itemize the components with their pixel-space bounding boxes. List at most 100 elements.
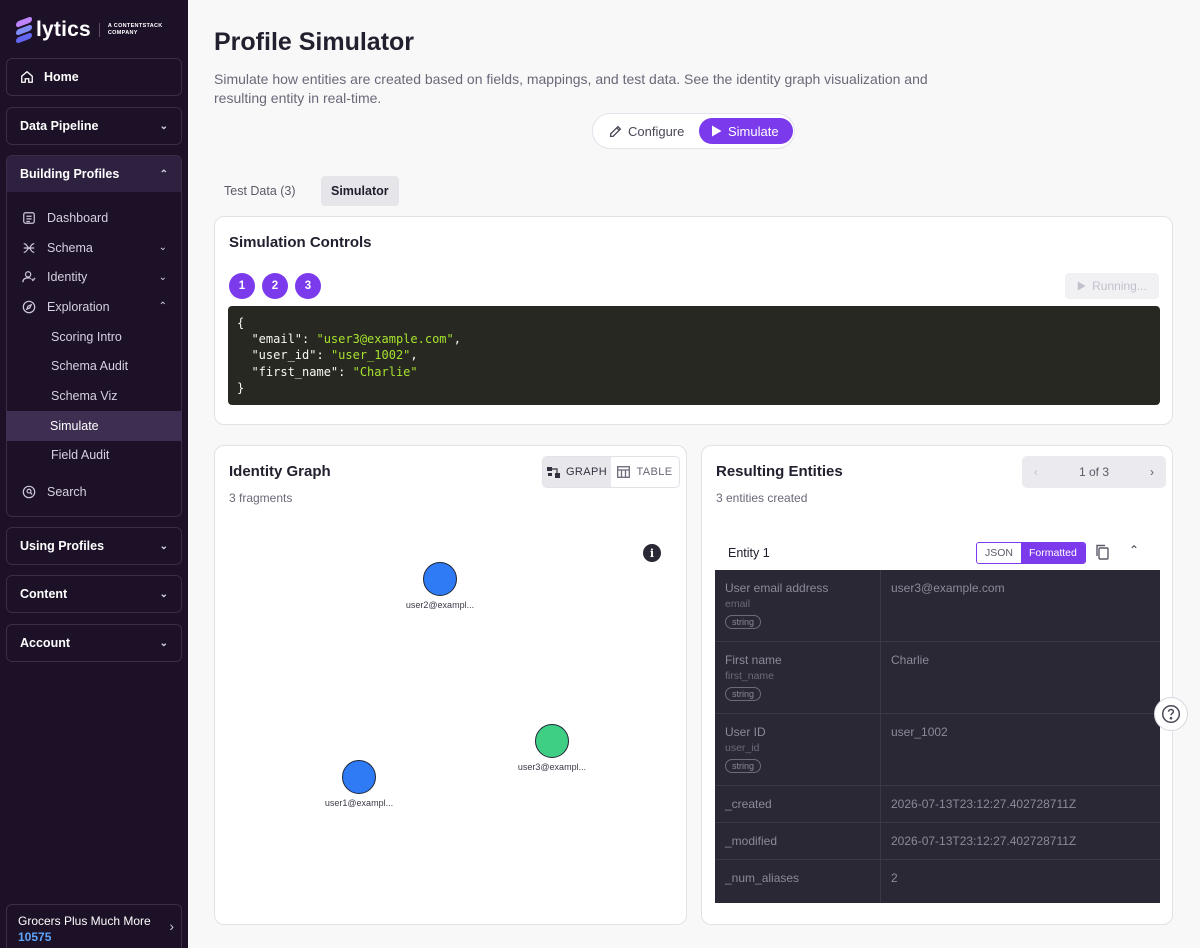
graph-node-label: user3@exampl... [517,762,587,772]
code-comma: , [410,348,418,363]
nav-using-profiles[interactable]: Using Profiles ⌄ [6,527,182,565]
chevron-down-icon: ⌄ [159,588,168,600]
graph-view-toggle: GRAPH TABLE [542,456,680,488]
graph-node-label: user2@exampl... [405,600,475,610]
entity-pager: ‹ 1 of 3 › [1022,456,1166,488]
table-row: _num_aliases 2 [715,860,1160,903]
field-id: email [725,598,751,610]
field-label: User email address [725,581,829,595]
lytics-logo[interactable]: lytics A CONTENTSTACK COMPANY [16,16,169,44]
graph-view-button[interactable]: GRAPH [543,457,611,487]
graph-node[interactable] [423,562,457,596]
sidebar-item-search-label: Search [47,485,87,500]
schema-icon [21,240,37,256]
graph-view-label: GRAPH [565,466,608,478]
table-view-button[interactable]: TABLE [611,457,679,487]
chevron-left-icon[interactable]: ‹ [1034,465,1038,479]
graph-node[interactable] [342,760,376,794]
nav-data-pipeline[interactable]: Data Pipeline ⌄ [6,107,182,145]
logo-text: lytics [36,18,91,41]
sidebar-item-schema-viz[interactable]: Schema Viz [7,381,181,411]
help-button[interactable] [1154,697,1188,731]
sidebar-item-field-audit[interactable]: Field Audit [7,441,181,471]
nav-building-profiles-header[interactable]: Building Profiles ⌃ [7,156,181,192]
sidebar-item-scoring-intro[interactable]: Scoring Intro [7,322,181,352]
pager-label: 1 of 3 [1078,465,1110,479]
nav-home-label: Home [44,70,79,84]
sidebar-item-exploration[interactable]: Exploration ⌃ [7,292,181,322]
running-button[interactable]: Running... [1065,273,1159,299]
tab-test-data[interactable]: Test Data (3) [214,176,306,206]
mode-toggle: Configure Simulate [592,113,795,149]
sidebar-item-schema-label: Schema [47,240,93,255]
code-value: "user3@example.com" [316,332,454,347]
sidebar-item-search[interactable]: Search [7,477,181,507]
account-id: 10575 [18,930,52,944]
sidebar: lytics A CONTENTSTACK COMPANY Home Data … [0,0,188,948]
copy-icon[interactable] [1095,544,1109,560]
code-key: "email" [251,332,303,347]
code-value: "user_1002" [330,348,411,363]
simulate-button[interactable]: Simulate [699,118,793,144]
code-value: "Charlie" [352,364,418,379]
play-icon [712,125,722,137]
chevron-down-icon: ⌄ [158,271,167,283]
chevron-up-icon: ⌃ [159,168,168,180]
account-name: Grocers Plus Much More [18,914,151,928]
step-3-button[interactable]: 3 [295,273,321,299]
nav-content-label: Content [20,587,68,601]
simulation-controls-title: Simulation Controls [229,234,372,251]
sidebar-item-simulate[interactable]: Simulate [6,410,182,441]
sidebar-item-schema-audit[interactable]: Schema Audit [7,351,181,381]
sidebar-item-schema[interactable]: Schema ⌄ [7,233,181,263]
type-badge: string [725,615,762,629]
graph-node[interactable] [535,724,569,758]
resulting-entities-card: Resulting Entities 3 entities created ‹ … [701,445,1173,925]
table-row: _modified 2026-07-13T23:12:27.402728711Z [715,823,1160,860]
field-value: 2026-07-13T23:12:27.402728711Z [891,834,1077,848]
code-comma: , [453,332,461,347]
table-row: First name first_name string Charlie [715,642,1160,714]
field-value: user3@example.com [891,581,1005,595]
step-1-button[interactable]: 1 [229,273,255,299]
nav-account[interactable]: Account ⌄ [6,624,182,662]
table-row: User email address email string user3@ex… [715,570,1160,642]
entity-header: Entity 1 JSON Formatted ⌃ [715,536,1160,570]
chevron-up-icon[interactable]: ⌃ [1129,543,1139,557]
simulation-controls-card: Simulation Controls 1 2 3 Running... { "… [214,216,1173,425]
tab-simulator[interactable]: Simulator [321,176,399,206]
identity-graph-subtitle: 3 fragments [229,491,293,505]
code-key: "first_name" [251,364,339,379]
logo-company: A CONTENTSTACK COMPANY [98,23,169,37]
nav-using-profiles-label: Using Profiles [20,539,105,553]
field-id: user_id [725,742,760,754]
step-2-button[interactable]: 2 [262,273,288,299]
field-id: first_name [725,670,775,682]
chevron-up-icon: ⌃ [158,301,167,313]
identity-graph-title: Identity Graph [229,463,331,480]
entity-table: User email address email string user3@ex… [715,570,1160,903]
nav-home[interactable]: Home [6,58,182,96]
sidebar-item-identity[interactable]: Identity ⌄ [7,262,181,292]
format-toggle: JSON Formatted [976,542,1086,564]
identity-icon [21,269,37,285]
account-switcher[interactable]: Grocers Plus Much More 10575 › [6,904,182,948]
formatted-format-button[interactable]: Formatted [1021,543,1085,563]
type-badge: string [725,687,762,701]
field-key: _num_aliases [715,860,881,903]
sidebar-item-dashboard[interactable]: Dashboard [7,203,181,233]
json-format-button[interactable]: JSON [977,543,1022,563]
resulting-entities-title: Resulting Entities [716,463,843,480]
field-value: 2026-07-13T23:12:27.402728711Z [891,797,1077,811]
nav-content[interactable]: Content ⌄ [6,575,182,613]
info-icon[interactable]: i [643,544,661,562]
sidebar-item-exploration-label: Exploration [47,299,110,314]
pencil-icon [609,125,622,137]
table-row: User ID user_id string user_1002 [715,714,1160,786]
field-key: First name first_name string [715,642,881,713]
sidebar-item-dashboard-label: Dashboard [47,210,109,225]
entity-name: Entity 1 [728,546,770,560]
identity-graph-card: Identity Graph 3 fragments GRAPH TABLE i… [214,445,687,925]
chevron-right-icon[interactable]: › [1150,465,1154,479]
configure-button[interactable]: Configure [597,118,696,144]
